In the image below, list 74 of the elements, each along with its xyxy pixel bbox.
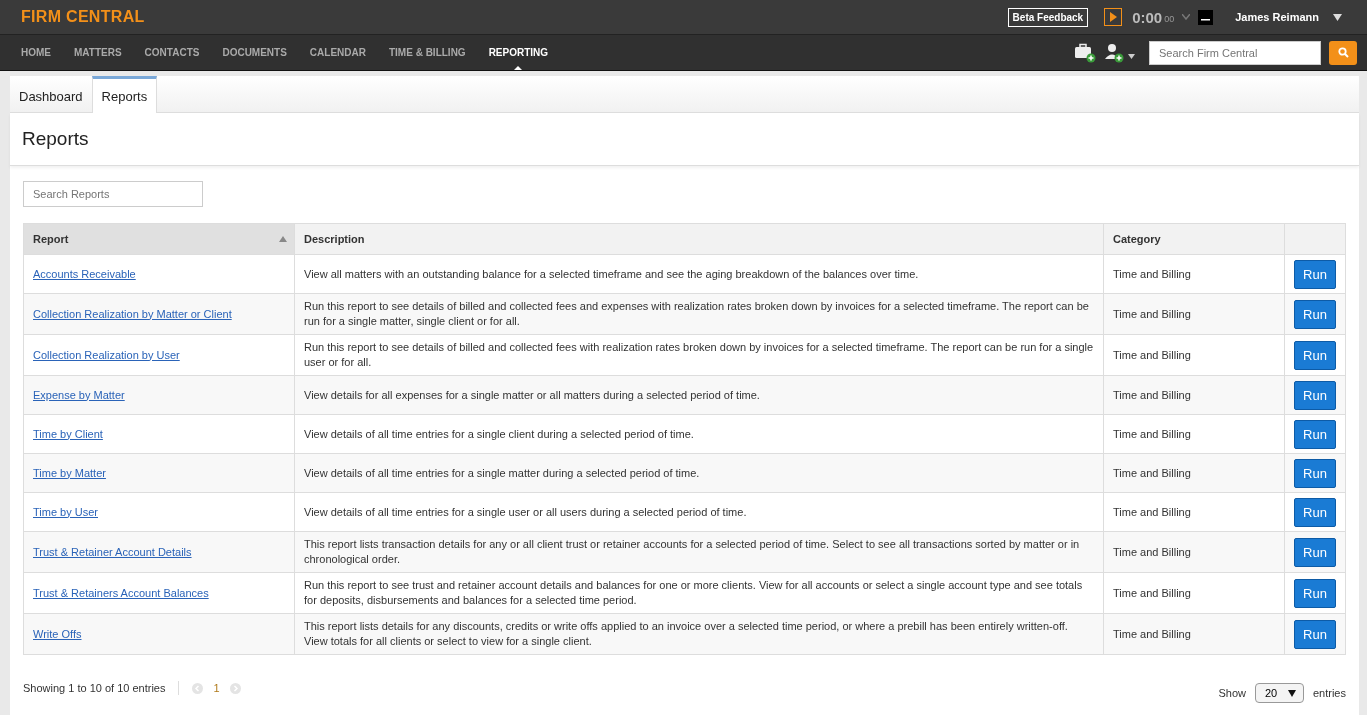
nav-item[interactable]: REPORTING	[488, 35, 549, 70]
category-text: Time and Billing	[1113, 348, 1191, 361]
entries-label: entries	[1312, 687, 1346, 699]
category-text: Time and Billing	[1113, 388, 1191, 401]
report-link[interactable]: Write Offs	[33, 627, 82, 640]
page-title: Reports	[22, 128, 89, 150]
report-description: Run this report to see trust and retainer account details and balances for one or more clients. View for all accounts or select a single account type and see totals for deposits, disbursements and balances for a selected time period.	[304, 579, 1083, 606]
column-header[interactable]: Category	[1103, 223, 1285, 255]
show-label: Show	[1218, 687, 1246, 699]
briefcase-add-icon[interactable]	[1074, 42, 1096, 63]
caret-icon[interactable]	[1128, 54, 1135, 59]
timer-seconds: 00	[1164, 14, 1175, 24]
category-text: Time and Billing	[1113, 427, 1191, 440]
run-button[interactable]: Run	[1294, 458, 1336, 488]
report-description: View details of all time entries for a single matter during a selected period of time.	[304, 466, 700, 479]
run-button[interactable]: Run	[1294, 340, 1336, 370]
report-description: Run this report to see details of billed and collected fees with realization rates broken down by invoices for a selected timeframe. The report can be run for a single user or for all.	[304, 341, 1094, 368]
dropdown-icon	[1287, 689, 1296, 697]
report-description: This report lists details for any discounts, credits or write offs applied to an invoice over a selected time period, or where a prebill has been entirely written-off. View totals for all clients or select to view for a single client.	[304, 620, 1068, 647]
report-description: View details of all time entries for a single client during a selected period of time.	[304, 427, 694, 440]
run-button[interactable]: Run	[1294, 380, 1336, 410]
category-text: Time and Billing	[1113, 627, 1191, 640]
run-button[interactable]: Run	[1294, 299, 1336, 329]
report-description: View details for all expenses for a single matter or all matters during a selected period of time.	[304, 388, 760, 401]
user-add-icon[interactable]	[1104, 42, 1126, 63]
run-button[interactable]: Run	[1294, 497, 1336, 527]
category-text: Time and Billing	[1113, 586, 1191, 599]
report-link[interactable]: Expense by Matter	[33, 388, 125, 401]
nav-item[interactable]: CALENDAR	[309, 35, 366, 70]
minimize-icon[interactable]	[1198, 9, 1214, 25]
category-text: Time and Billing	[1113, 307, 1191, 320]
brand-logo: FIRM CENTRAL	[21, 8, 145, 26]
run-button[interactable]: Run	[1294, 259, 1336, 289]
nav-item[interactable]: HOME	[21, 35, 51, 70]
page-number[interactable]: 1	[213, 682, 220, 694]
report-link[interactable]: Time by Client	[33, 427, 103, 440]
chevron-icon[interactable]	[1182, 14, 1191, 20]
run-button[interactable]: Run	[1294, 419, 1336, 449]
nav-item[interactable]: DOCUMENTS	[222, 35, 287, 70]
report-description: This report lists transaction details for any or all client trust or retainer accounts for a selected period of time. Select to see all transactions sorted by matter or in chronological order.	[304, 538, 1080, 565]
nav-item[interactable]: CONTACTS	[144, 35, 200, 70]
category-text: Time and Billing	[1113, 545, 1191, 558]
search-field[interactable]: Search Reports	[23, 181, 203, 207]
column-header[interactable]: Report	[23, 223, 295, 255]
dropdown-icon[interactable]	[1333, 13, 1342, 21]
search-field[interactable]: Search Firm Central	[1149, 40, 1321, 65]
column-header[interactable]: Description	[294, 223, 1104, 255]
sort-icon	[279, 236, 287, 242]
user-name[interactable]: James Reimann	[1235, 11, 1319, 23]
report-description: View details of all time entries for a single user or all users during a selected period of time.	[304, 505, 747, 518]
tab[interactable]: Dashboard	[10, 76, 92, 113]
report-link[interactable]: Trust & Retainer Account Details	[33, 545, 192, 558]
run-button[interactable]: Run	[1294, 578, 1336, 608]
report-description: Run this report to see details of billed and collected fees and expenses with realization rates broken down by invoices for a selected timeframe. The report can be run for a single matter, single client or for all.	[304, 300, 1089, 327]
category-text: Time and Billing	[1113, 267, 1191, 280]
search-icon	[1337, 47, 1349, 58]
page-size-dropdown[interactable]: 20	[1254, 683, 1304, 703]
report-link[interactable]: Accounts Receivable	[33, 267, 136, 280]
category-text: Time and Billing	[1113, 505, 1191, 518]
play-icon[interactable]	[1104, 8, 1123, 26]
report-link[interactable]: Time by User	[33, 505, 98, 518]
search-button[interactable]	[1329, 40, 1357, 65]
category-text: Time and Billing	[1113, 466, 1191, 479]
run-button[interactable]: Run	[1294, 619, 1336, 649]
report-link[interactable]: Time by Matter	[33, 466, 106, 479]
report-description: View all matters with an outstanding balance for a selected timeframe and see the aging breakdown of the balances over time.	[304, 267, 919, 280]
nav-item[interactable]: MATTERS	[74, 35, 122, 70]
beta-feedback-button[interactable]: Beta Feedback	[1007, 7, 1089, 27]
report-link[interactable]: Collection Realization by User	[33, 348, 180, 361]
entries-summary: Showing 1 to 10 of 10 entries	[23, 682, 166, 694]
nav-item[interactable]: TIME & BILLING	[388, 35, 466, 70]
tab[interactable]: Reports	[91, 76, 158, 113]
run-button[interactable]: Run	[1294, 537, 1336, 567]
timer-display: 0:00	[1132, 8, 1163, 26]
